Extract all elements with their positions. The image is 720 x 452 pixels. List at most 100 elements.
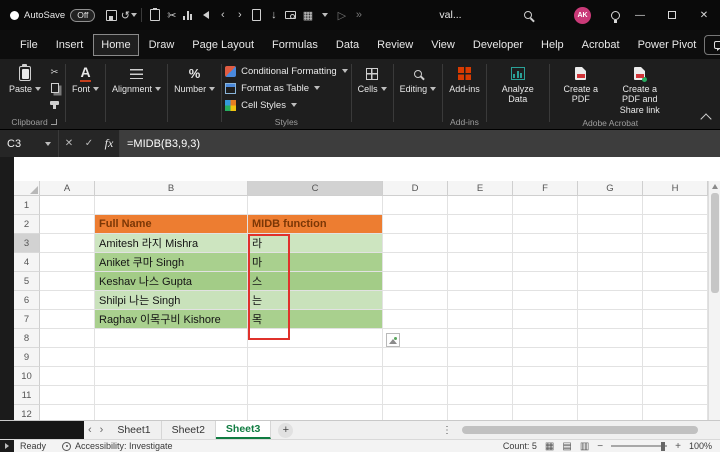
cell-F2[interactable] xyxy=(513,215,578,234)
cell-B3[interactable]: Amitesh 라지 Mishra xyxy=(95,234,248,253)
cell-B5[interactable]: Keshav 나스 Gupta xyxy=(95,272,248,291)
cell-D7[interactable] xyxy=(383,310,448,329)
row-header-7[interactable]: 7 xyxy=(14,310,40,329)
cell-C9[interactable] xyxy=(248,348,383,367)
vertical-scrollbar[interactable] xyxy=(708,181,720,420)
accessibility-status[interactable]: Accessibility: Investigate xyxy=(75,441,173,451)
column-header-E[interactable]: E xyxy=(448,181,513,196)
camera-qat-button[interactable] xyxy=(282,5,299,25)
chevron-left-button[interactable]: ‹ xyxy=(214,5,231,25)
dialog-launcher-icon[interactable] xyxy=(50,118,57,125)
cell-A6[interactable] xyxy=(40,291,95,310)
number-button[interactable]: % Number xyxy=(171,63,218,96)
menu-tab-draw[interactable]: Draw xyxy=(141,34,183,56)
insert-function-button[interactable]: fx xyxy=(99,130,119,157)
cell-B2[interactable]: Full Name xyxy=(95,215,248,234)
cell-B6[interactable]: Shilpi 나는 Singh xyxy=(95,291,248,310)
column-header-H[interactable]: H xyxy=(643,181,708,196)
row-header-11[interactable]: 11 xyxy=(14,386,40,405)
cell-G5[interactable] xyxy=(578,272,643,291)
row-header-4[interactable]: 4 xyxy=(14,253,40,272)
row-header-6[interactable]: 6 xyxy=(14,291,40,310)
cell-E12[interactable] xyxy=(448,405,513,420)
zoom-in-icon[interactable]: + xyxy=(675,441,681,452)
cell-B1[interactable] xyxy=(95,196,248,215)
chevron-right-button[interactable]: › xyxy=(231,5,248,25)
cell-F3[interactable] xyxy=(513,234,578,253)
normal-view-icon[interactable]: ▦ xyxy=(545,441,554,452)
alignment-button[interactable]: Alignment xyxy=(109,63,164,96)
zoom-out-icon[interactable]: − xyxy=(597,441,603,452)
cell-G8[interactable] xyxy=(578,329,643,348)
zoom-level[interactable]: 100% xyxy=(689,441,712,451)
cell-D3[interactable] xyxy=(383,234,448,253)
column-header-C[interactable]: C xyxy=(248,181,383,196)
analyze-data-button[interactable]: Analyze Data xyxy=(490,63,546,107)
autosave-toggle[interactable]: AutoSave Off xyxy=(10,8,96,22)
cell-G3[interactable] xyxy=(578,234,643,253)
vertical-scrollbar-thumb[interactable] xyxy=(711,193,719,293)
annotation-box[interactable] xyxy=(248,234,290,340)
cells-button[interactable]: Cells xyxy=(355,63,390,96)
undo-button[interactable]: ↺ xyxy=(120,5,137,25)
cell-G6[interactable] xyxy=(578,291,643,310)
cell-D11[interactable] xyxy=(383,386,448,405)
menu-tab-help[interactable]: Help xyxy=(533,34,572,56)
cell-A1[interactable] xyxy=(40,196,95,215)
cell-F12[interactable] xyxy=(513,405,578,420)
cell-D4[interactable] xyxy=(383,253,448,272)
horizontal-scrollbar[interactable] xyxy=(460,424,712,436)
cell-F4[interactable] xyxy=(513,253,578,272)
conditional-formatting-button[interactable]: Conditional Formatting xyxy=(225,63,348,79)
menu-tab-page-layout[interactable]: Page Layout xyxy=(184,34,262,56)
cell-A7[interactable] xyxy=(40,310,95,329)
menu-tab-data[interactable]: Data xyxy=(328,34,367,56)
cell-B9[interactable] xyxy=(95,348,248,367)
cell-C12[interactable] xyxy=(248,405,383,420)
cell-H4[interactable] xyxy=(643,253,708,272)
menu-tab-power-pivot[interactable]: Power Pivot xyxy=(630,34,705,56)
menu-tab-view[interactable]: View xyxy=(423,34,463,56)
cell-B11[interactable] xyxy=(95,386,248,405)
maximize-button[interactable] xyxy=(656,0,688,30)
cut-qat-button[interactable]: ✂ xyxy=(163,5,180,25)
addins-button[interactable]: Add-ins xyxy=(446,63,483,96)
create-pdf-button[interactable]: Create a PDF xyxy=(553,63,609,107)
scroll-up-icon[interactable] xyxy=(711,184,718,189)
cell-H3[interactable] xyxy=(643,234,708,253)
create-pdf-share-button[interactable]: Create a PDF and Share link xyxy=(612,63,668,117)
cell-G9[interactable] xyxy=(578,348,643,367)
cell-D1[interactable] xyxy=(383,196,448,215)
menu-tab-insert[interactable]: Insert xyxy=(48,34,92,56)
menu-tab-review[interactable]: Review xyxy=(369,34,421,56)
sheet-tab-sheet2[interactable]: Sheet2 xyxy=(162,421,216,439)
cell-A9[interactable] xyxy=(40,348,95,367)
cell-A10[interactable] xyxy=(40,367,95,386)
cell-F7[interactable] xyxy=(513,310,578,329)
cell-C1[interactable] xyxy=(248,196,383,215)
cell-A5[interactable] xyxy=(40,272,95,291)
sheet-tab-sheet1[interactable]: Sheet1 xyxy=(107,421,162,439)
cell-A8[interactable] xyxy=(40,329,95,348)
cell-E5[interactable] xyxy=(448,272,513,291)
cut-button[interactable]: ✂ xyxy=(47,67,62,78)
cell-D2[interactable] xyxy=(383,215,448,234)
cell-B8[interactable] xyxy=(95,329,248,348)
play-qat-button[interactable]: ▷ xyxy=(333,5,350,25)
lightbulb-button[interactable] xyxy=(607,5,624,25)
menu-tab-file[interactable]: File xyxy=(12,34,46,56)
chart-qat-button[interactable] xyxy=(180,5,197,25)
new-sheet-button[interactable]: + xyxy=(278,422,294,438)
paste-button[interactable]: Paste xyxy=(6,63,44,96)
format-painter-button[interactable] xyxy=(47,97,62,109)
cell-D9[interactable] xyxy=(383,348,448,367)
collapse-ribbon-icon[interactable] xyxy=(700,113,712,125)
cell-E4[interactable] xyxy=(448,253,513,272)
zoom-slider-thumb[interactable] xyxy=(661,441,666,451)
row-header-8[interactable]: 8 xyxy=(14,329,40,348)
copy-button[interactable] xyxy=(47,82,62,93)
tab-nav-left-icon[interactable]: ‹ xyxy=(84,424,96,436)
editing-button[interactable]: Editing xyxy=(397,63,440,96)
horizontal-scrollbar-thumb[interactable] xyxy=(462,426,698,434)
kebab-icon[interactable]: ⋮ xyxy=(438,425,456,436)
